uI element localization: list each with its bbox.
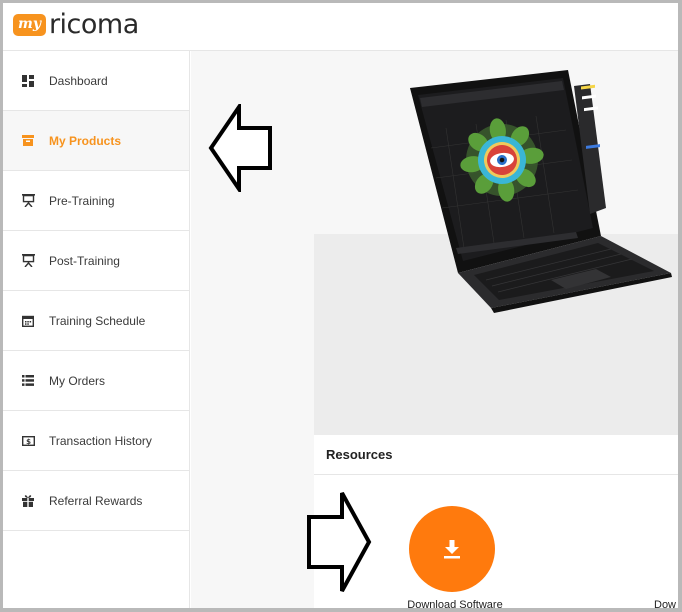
sidebar-item-label: My Orders (49, 373, 106, 388)
sidebar-item-label: Dashboard (49, 73, 108, 88)
header: my ricoma (3, 3, 678, 51)
presentation-icon (21, 194, 35, 208)
sidebar: Dashboard My Products Pre-Training Post-… (3, 51, 190, 608)
sidebar-item-dashboard[interactable]: Dashboard (3, 51, 189, 111)
sidebar-item-post-training[interactable]: Post-Training (3, 231, 189, 291)
sidebar-item-referral-rewards[interactable]: Referral Rewards (3, 471, 189, 531)
left-arrow-annotation (208, 104, 272, 192)
sidebar-item-transaction-history[interactable]: $ Transaction History (3, 411, 189, 471)
sidebar-item-label: Transaction History (49, 433, 152, 448)
svg-text:$: $ (26, 438, 31, 446)
money-icon: $ (21, 434, 35, 448)
resources-heading: Resources (314, 435, 678, 475)
calendar-icon (21, 314, 35, 328)
right-arrow-annotation (307, 492, 372, 592)
sidebar-item-label: Pre-Training (49, 193, 115, 208)
sidebar-item-my-products[interactable]: My Products (3, 111, 189, 171)
sidebar-item-label: My Products (49, 133, 122, 148)
logo-my-badge: my (13, 14, 46, 36)
logo-wordmark: ricoma (48, 9, 139, 40)
sidebar-item-label: Post-Training (49, 253, 120, 268)
download-icon (444, 540, 460, 559)
sidebar-item-pre-training[interactable]: Pre-Training (3, 171, 189, 231)
myricoma-logo[interactable]: my ricoma (13, 9, 139, 41)
sidebar-item-label: Training Schedule (49, 313, 146, 328)
box-icon (21, 134, 35, 148)
gift-icon (21, 494, 35, 508)
sidebar-item-training-schedule[interactable]: Training Schedule (3, 291, 189, 351)
sidebar-item-label: Referral Rewards (49, 493, 143, 508)
download-software-label[interactable]: Download Software (390, 599, 520, 608)
window-frame: my ricoma Dashboard My Products Pre-Trai… (0, 0, 682, 612)
dashboard-icon (21, 74, 35, 88)
sidebar-item-my-orders[interactable]: My Orders (3, 351, 189, 411)
laptop-product-image (410, 70, 672, 313)
download-second-label[interactable]: Dow (654, 599, 676, 608)
presentation-icon (21, 254, 35, 268)
list-icon (21, 374, 35, 388)
download-software-button[interactable] (409, 506, 495, 592)
